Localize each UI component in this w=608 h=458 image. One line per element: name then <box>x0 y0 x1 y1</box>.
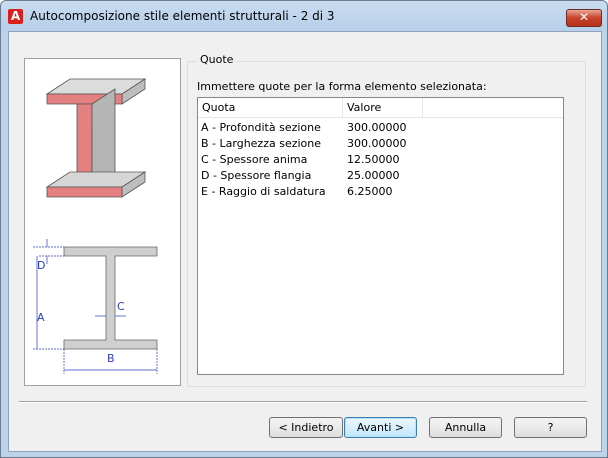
row-quota: E - Raggio di saldatura <box>201 185 326 198</box>
separator <box>19 401 587 403</box>
dim-label-c: C <box>117 300 125 313</box>
list-header: Quota Valore <box>198 98 563 118</box>
row-quota: C - Spessore anima <box>201 153 308 166</box>
row-valore[interactable]: 300.00000 <box>347 136 407 152</box>
instruction-text: Immettere quote per la forma elemento se… <box>197 80 487 93</box>
section-preview-panel: D A C B <box>24 58 181 386</box>
column-header-valore[interactable]: Valore <box>343 98 423 117</box>
wizard-window: A Autocomposizione stile elementi strutt… <box>0 0 608 458</box>
row-valore[interactable]: 300.00000 <box>347 120 407 136</box>
row-quota: D - Spessore flangia <box>201 169 312 182</box>
dimensions-list[interactable]: Quota Valore A - Profondità sezione 300.… <box>197 97 564 375</box>
help-button[interactable]: ? <box>514 417 587 438</box>
column-header-quota[interactable]: Quota <box>198 98 343 117</box>
title-bar[interactable]: A Autocomposizione stile elementi strutt… <box>1 1 607 31</box>
close-button[interactable]: ✕ <box>566 9 602 27</box>
autocad-app-icon: A <box>8 9 23 24</box>
row-valore[interactable]: 12.50000 <box>347 152 400 168</box>
row-valore[interactable]: 25.00000 <box>347 168 400 184</box>
table-row[interactable]: C - Spessore anima 12.50000 <box>198 152 558 168</box>
i-beam-3d-icon <box>45 78 147 198</box>
table-row[interactable]: B - Larghezza sezione 300.00000 <box>198 136 558 152</box>
back-button[interactable]: < Indietro <box>269 417 343 438</box>
i-beam-illustration: D A C B <box>33 78 158 374</box>
next-button[interactable]: Avanti > <box>344 417 417 438</box>
cancel-button[interactable]: Annulla <box>429 417 502 438</box>
i-beam-section-icon <box>33 239 158 374</box>
table-row[interactable]: A - Profondità sezione 300.00000 <box>198 120 558 136</box>
table-row[interactable]: E - Raggio di saldatura 6.25000 <box>198 184 558 200</box>
row-quota: A - Profondità sezione <box>201 121 321 134</box>
groupbox-label: Quote <box>197 53 237 66</box>
dim-label-a: A <box>37 311 45 324</box>
window-title: Autocomposizione stile elementi struttur… <box>30 9 335 23</box>
dim-label-b: B <box>107 352 115 365</box>
dim-label-d: D <box>37 259 45 272</box>
row-quota: B - Larghezza sezione <box>201 137 322 150</box>
row-valore[interactable]: 6.25000 <box>347 184 393 200</box>
table-row[interactable]: D - Spessore flangia 25.00000 <box>198 168 558 184</box>
dialog-body: D A C B Quote Immettere quote per la for… <box>8 31 602 452</box>
